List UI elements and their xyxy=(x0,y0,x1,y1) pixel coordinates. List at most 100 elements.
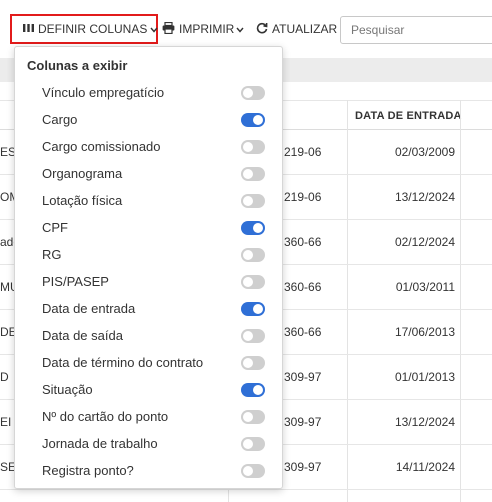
cell-cpf: 360-66 xyxy=(284,235,322,249)
toggle-switch[interactable] xyxy=(241,193,265,208)
cell-cpf: 219-06 xyxy=(284,145,322,159)
column-toggle-label: Lotação física xyxy=(42,193,123,208)
toggle-knob xyxy=(253,114,263,125)
column-toggle-label: RG xyxy=(42,247,62,262)
cell-entry-date: 01/01/2013 xyxy=(394,370,455,384)
toolbar: DEFINIR COLUNAS IMPRIMIR ATUALIZAR xyxy=(0,0,492,50)
column-toggle-list: Vínculo empregatício Cargo Cargo comission… xyxy=(15,79,282,484)
cell-cpf: 360-66 xyxy=(284,280,322,294)
toggle-knob xyxy=(253,384,263,395)
print-label: IMPRIMIR xyxy=(179,22,235,36)
toggle-switch[interactable] xyxy=(241,328,265,343)
column-toggle-label: Situação xyxy=(42,382,93,397)
toggle-knob xyxy=(243,276,253,287)
column-toggle-item[interactable]: Vínculo empregatício xyxy=(15,79,282,106)
toggle-switch[interactable] xyxy=(241,382,265,397)
column-toggle-item[interactable]: Lotação física xyxy=(15,187,282,214)
refresh-label: ATUALIZAR xyxy=(272,22,338,36)
column-toggle-item[interactable]: Nº do cartão do ponto xyxy=(15,403,282,430)
column-toggle-item[interactable]: Cargo xyxy=(15,106,282,133)
cell-name: SEI xyxy=(0,460,14,474)
toggle-knob xyxy=(243,438,253,449)
column-toggle-label: Nº do cartão do ponto xyxy=(42,409,169,424)
cell-name: OM xyxy=(0,190,14,204)
toggle-switch[interactable] xyxy=(241,112,265,127)
toggle-knob xyxy=(253,222,263,233)
toggle-knob xyxy=(243,141,253,152)
cell-name: EI xyxy=(0,415,12,429)
columns-dropdown: Colunas a exibir Vínculo empregatício Car… xyxy=(14,46,283,489)
toggle-knob xyxy=(243,195,253,206)
column-toggle-item[interactable]: Jornada de trabalho xyxy=(15,430,282,457)
cell-entry-date: 17/06/2013 xyxy=(394,325,455,339)
refresh-icon xyxy=(256,22,268,37)
column-toggle-item[interactable]: Organograma xyxy=(15,160,282,187)
toggle-switch[interactable] xyxy=(241,274,265,289)
cell-cpf: 219-06 xyxy=(284,190,322,204)
cell-entry-date: 13/12/2024 xyxy=(394,190,455,204)
cell-cpf: 309-97 xyxy=(284,415,322,429)
cell-entry-date: 02/03/2009 xyxy=(394,145,455,159)
toggle-switch[interactable] xyxy=(241,355,265,370)
toggle-switch[interactable] xyxy=(241,463,265,478)
cell-entry-date: 13/12/2024 xyxy=(394,415,455,429)
cell-entry-date: 14/11/2024 xyxy=(395,460,455,474)
toggle-switch[interactable] xyxy=(241,85,265,100)
toggle-knob xyxy=(253,303,263,314)
column-toggle-item[interactable]: Cargo comissionado xyxy=(15,133,282,160)
column-toggle-label: Organograma xyxy=(42,166,123,181)
column-header-data-entrada[interactable]: DATA DE ENTRADA xyxy=(355,110,462,122)
cell-cpf: 360-66 xyxy=(284,325,322,339)
column-toggle-label: Registra ponto? xyxy=(42,463,134,478)
define-columns-label: DEFINIR COLUNAS xyxy=(38,22,148,36)
toggle-switch[interactable] xyxy=(241,436,265,451)
toggle-knob xyxy=(243,168,253,179)
column-toggle-item[interactable]: RG xyxy=(15,241,282,268)
toggle-switch[interactable] xyxy=(241,247,265,262)
toggle-knob xyxy=(243,249,253,260)
cell-name: ado xyxy=(0,235,14,249)
refresh-button[interactable]: ATUALIZAR xyxy=(256,14,337,44)
cell-entry-date: 02/12/2024 xyxy=(394,235,455,249)
column-toggle-label: CPF xyxy=(42,220,68,235)
column-toggle-item[interactable]: Data de término do contrato xyxy=(15,349,282,376)
toggle-switch[interactable] xyxy=(241,301,265,316)
column-toggle-item[interactable]: PIS/PASEP xyxy=(15,268,282,295)
toggle-knob xyxy=(243,87,253,98)
column-toggle-label: Cargo comissionado xyxy=(42,139,161,154)
print-button[interactable]: IMPRIMIR xyxy=(162,14,244,44)
cell-name: DE xyxy=(0,325,14,339)
column-toggle-label: PIS/PASEP xyxy=(42,274,109,289)
toggle-knob xyxy=(243,330,253,341)
toggle-switch[interactable] xyxy=(241,139,265,154)
column-toggle-item[interactable]: CPF xyxy=(15,214,282,241)
cell-cpf: 309-97 xyxy=(284,370,322,384)
dropdown-title: Colunas a exibir xyxy=(27,58,128,73)
column-toggle-item[interactable]: Registra ponto? xyxy=(15,457,282,484)
cell-name: MU xyxy=(0,280,14,294)
column-toggle-item[interactable]: Situação xyxy=(15,376,282,403)
search-input[interactable] xyxy=(340,16,492,44)
column-toggle-label: Data de entrada xyxy=(42,301,136,316)
toggle-switch[interactable] xyxy=(241,409,265,424)
cell-name: D xyxy=(0,370,9,384)
define-columns-button[interactable]: DEFINIR COLUNAS xyxy=(10,14,158,44)
columns-icon xyxy=(23,22,34,36)
toggle-knob xyxy=(243,411,253,422)
toggle-switch[interactable] xyxy=(241,166,265,181)
column-toggle-item[interactable]: Data de saída xyxy=(15,322,282,349)
column-toggle-label: Cargo xyxy=(42,112,78,127)
chevron-down-icon xyxy=(236,22,244,36)
column-toggle-label: Jornada de trabalho xyxy=(42,436,158,451)
toggle-knob xyxy=(243,465,253,476)
cell-entry-date: 01/03/2011 xyxy=(395,280,455,294)
printer-icon xyxy=(162,21,175,37)
chevron-down-icon xyxy=(150,22,158,36)
column-toggle-label: Vínculo empregatício xyxy=(42,85,165,100)
cell-name: ES xyxy=(0,145,14,159)
column-toggle-label: Data de saída xyxy=(42,328,123,343)
column-toggle-item[interactable]: Data de entrada xyxy=(15,295,282,322)
toggle-knob xyxy=(243,357,253,368)
column-toggle-label: Data de término do contrato xyxy=(42,355,204,370)
toggle-switch[interactable] xyxy=(241,220,265,235)
